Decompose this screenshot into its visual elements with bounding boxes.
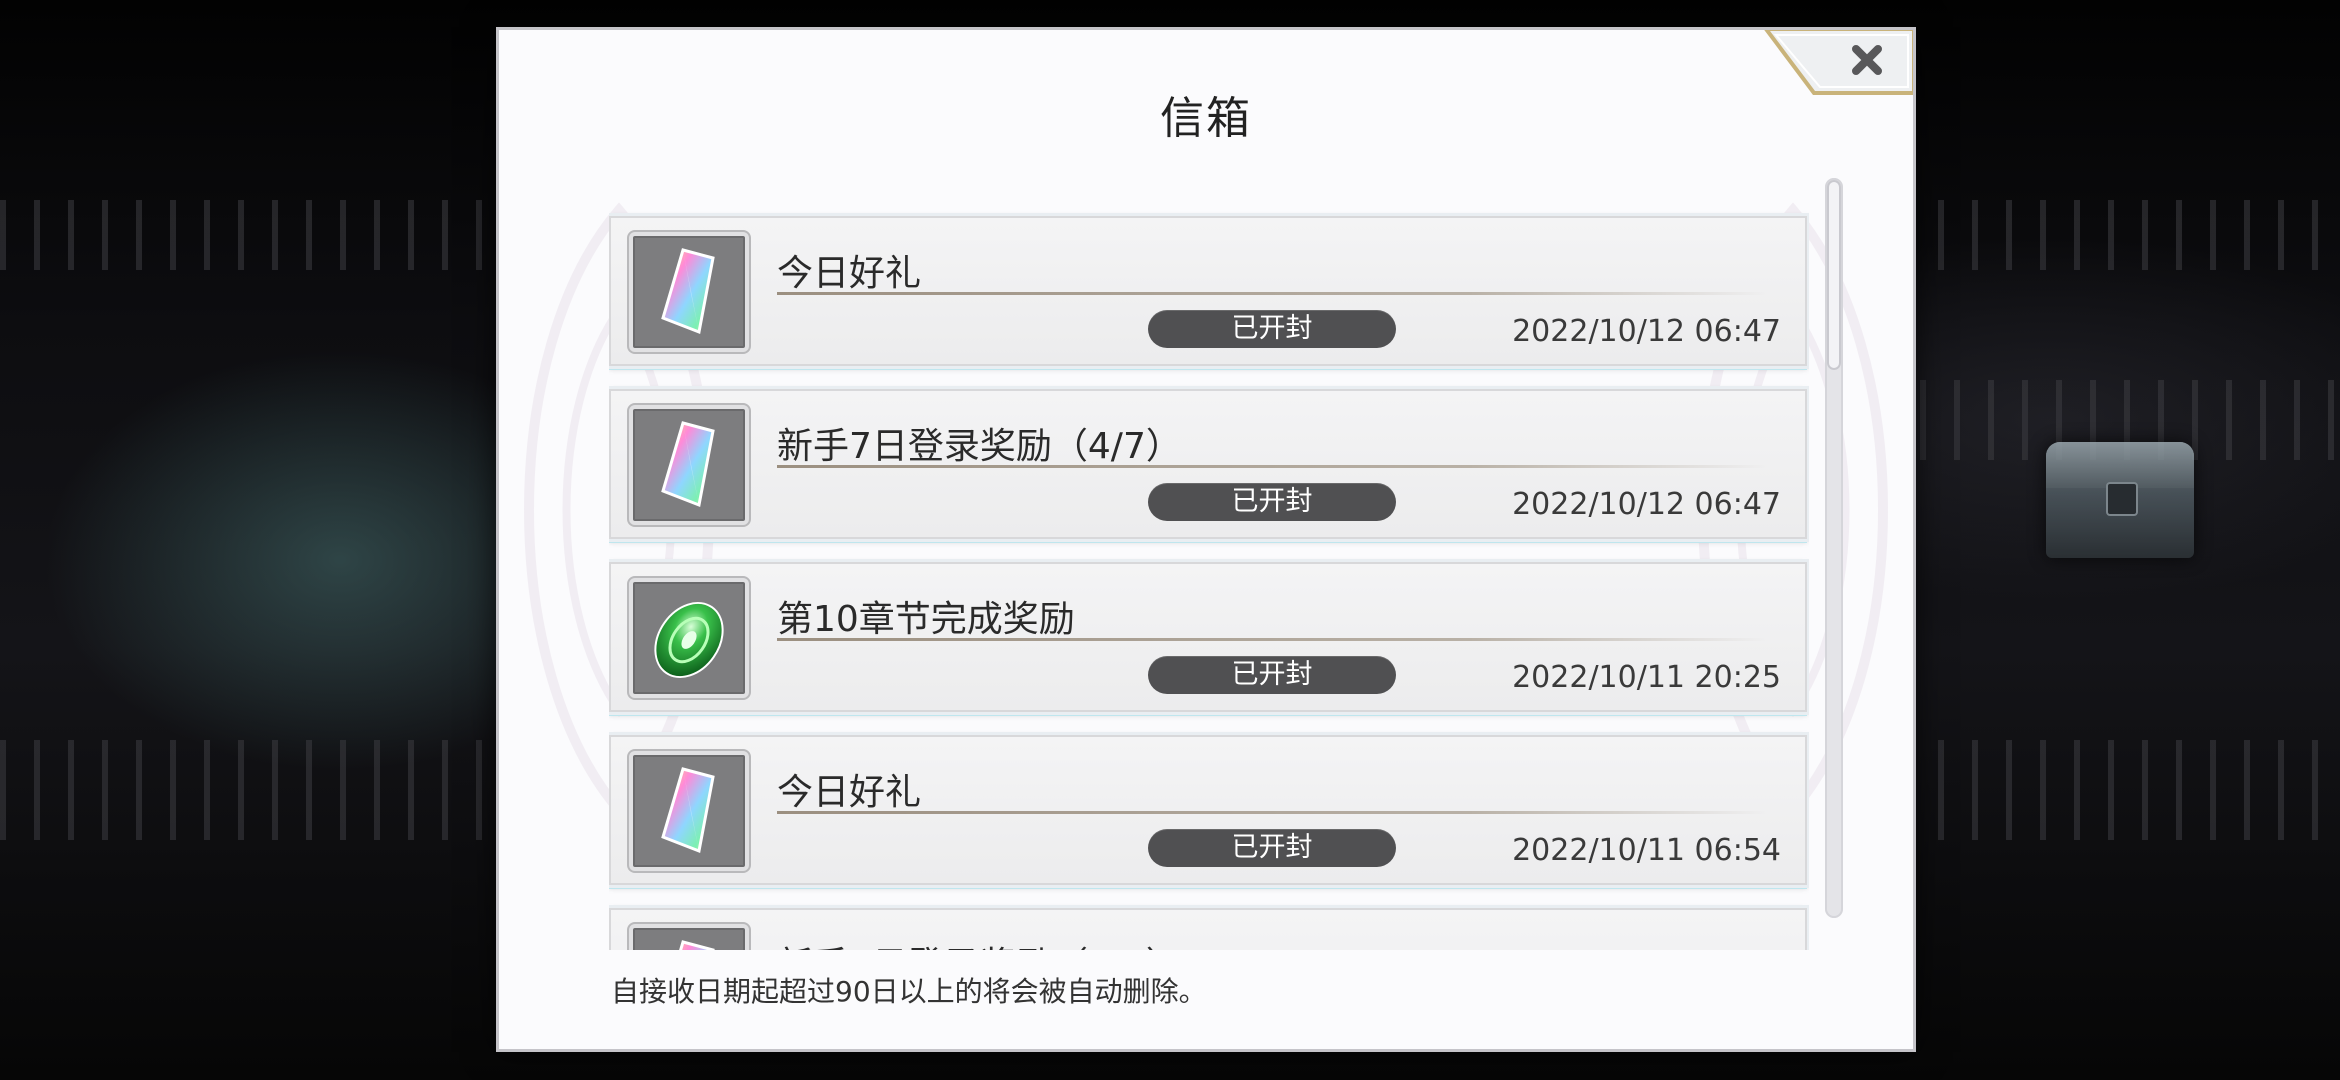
status-badge: 已开封 — [1148, 483, 1396, 521]
status-badge: 已开封 — [1148, 310, 1396, 348]
rainbow-crystal-icon — [661, 248, 715, 335]
mail-item[interactable]: 今日好礼 已开封 2022/10/11 06:54 — [609, 735, 1807, 885]
auto-delete-note: 自接收日期起超过90日以上的将会被自动删除。 — [611, 975, 1207, 1008]
mail-item-thumbnail — [629, 405, 749, 525]
rainbow-crystal-icon — [679, 940, 715, 950]
mailbox-dialog: 信箱 今日好礼 已开封 2022/10/12 06:47 新手7日登录奖励（4/… — [496, 27, 1916, 1052]
green-orb-icon — [654, 601, 724, 679]
rainbow-crystal-icon — [661, 767, 715, 854]
mail-item-thumbnail — [629, 924, 749, 950]
mail-list[interactable]: 今日好礼 已开封 2022/10/12 06:47 新手7日登录奖励（4/7） … — [609, 180, 1809, 950]
mail-item-title: 今日好礼 — [777, 772, 922, 813]
divider — [777, 638, 1767, 641]
mail-item-title: 今日好礼 — [777, 253, 922, 294]
mail-item[interactable]: 新手7日登录奖励（4/7） 已开封 2022/10/12 06:47 — [609, 389, 1807, 539]
scrollbar-thumb[interactable] — [1827, 180, 1841, 370]
mail-item-thumbnail — [629, 578, 749, 698]
mail-item-title: 第10章节完成奖励 — [777, 599, 1075, 640]
mail-item-thumbnail — [629, 232, 749, 352]
status-badge: 已开封 — [1148, 656, 1396, 694]
mail-item-title: 新手7日登录奖励（4/7） — [777, 426, 1182, 467]
rainbow-crystal-icon — [661, 421, 715, 508]
mail-item-time: 2022/10/12 06:47 — [1512, 487, 1781, 522]
close-button[interactable] — [1764, 30, 1913, 95]
treasure-chest-icon — [2046, 442, 2194, 558]
mail-item-thumbnail — [629, 751, 749, 871]
divider — [777, 465, 1767, 468]
divider — [777, 811, 1767, 814]
status-badge: 已开封 — [1148, 829, 1396, 867]
divider — [777, 292, 1767, 295]
mail-item-title: 新手7日登录奖励（3/7） — [777, 936, 1182, 950]
mail-item-time: 2022/10/12 06:47 — [1512, 314, 1781, 349]
mail-item-time: 2022/10/11 06:54 — [1512, 833, 1781, 868]
dialog-title: 信箱 — [1160, 93, 1252, 144]
mail-item[interactable]: 第10章节完成奖励 已开封 2022/10/11 20:25 — [609, 562, 1807, 712]
mail-item[interactable]: 今日好礼 已开封 2022/10/12 06:47 — [609, 216, 1807, 366]
mail-item-time: 2022/10/11 20:25 — [1512, 660, 1781, 695]
close-icon — [1764, 30, 1913, 95]
mail-item[interactable]: 新手7日登录奖励（3/7） — [609, 908, 1807, 950]
